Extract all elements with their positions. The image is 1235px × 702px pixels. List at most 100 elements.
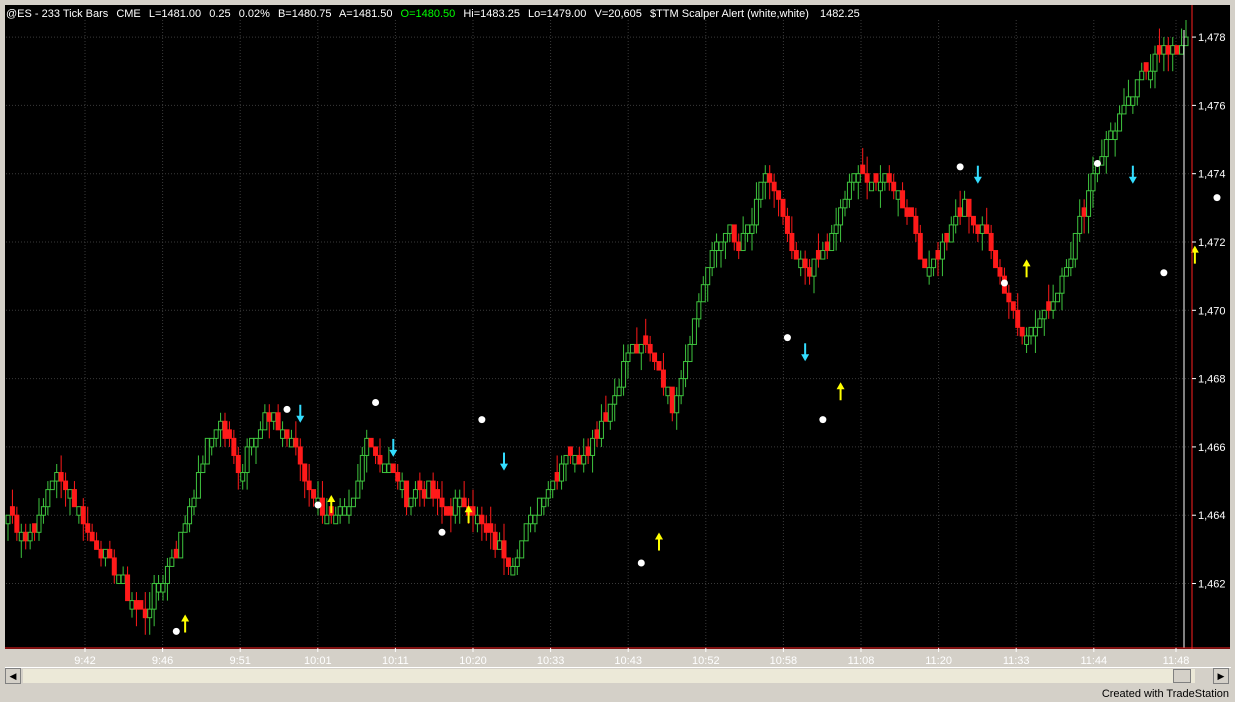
- down-bar: [306, 480, 312, 491]
- down-bar: [1174, 45, 1180, 55]
- up-bar: [1121, 104, 1127, 115]
- down-bar: [377, 454, 383, 465]
- pivot-dot: [1213, 194, 1221, 202]
- down-bar: [23, 531, 29, 542]
- price-chart[interactable]: 1,478 1,476 1,474 1,472 1,470 1,468 1,466 1,464…: [0, 0, 1235, 702]
- down-bar: [984, 224, 990, 234]
- up-bar: [164, 565, 170, 585]
- up-bar: [1037, 318, 1043, 328]
- up-bar: [54, 472, 60, 482]
- down-bar: [1019, 326, 1025, 337]
- down-bar: [789, 232, 795, 252]
- up-bar: [722, 232, 728, 243]
- up-bar: [457, 497, 463, 508]
- up-bar: [399, 480, 405, 491]
- up-bar: [1068, 258, 1074, 269]
- up-bar: [262, 412, 268, 431]
- down-bar: [656, 361, 662, 371]
- up-bar: [1086, 190, 1092, 217]
- pivot-dot: [314, 501, 322, 509]
- up-bar: [178, 531, 184, 559]
- up-bar: [678, 378, 684, 397]
- time-tick-label: 10:11: [382, 655, 409, 667]
- up-bar: [939, 241, 945, 260]
- high-price: Hi=1483.25: [463, 8, 520, 20]
- time-tick-label: 11:08: [848, 655, 875, 667]
- price-tick-label: 1,468: [1198, 374, 1226, 386]
- up-bar: [683, 361, 689, 380]
- up-bar: [696, 301, 702, 320]
- horizontal-scrollbar[interactable]: ◀ ▶: [5, 667, 1231, 685]
- up-bar: [895, 190, 901, 200]
- down-bar: [660, 369, 666, 388]
- down-bar: [1081, 207, 1087, 217]
- pivot-dot: [956, 163, 964, 171]
- up-bar: [1134, 79, 1140, 98]
- down-bar: [373, 446, 379, 456]
- down-bar: [669, 386, 675, 414]
- up-bar: [758, 181, 764, 200]
- up-bar: [718, 241, 724, 252]
- up-bar: [359, 454, 365, 482]
- up-bar: [36, 514, 42, 533]
- down-bar: [58, 472, 64, 482]
- down-bar: [1156, 45, 1162, 55]
- down-bar: [993, 250, 999, 269]
- up-bar: [705, 267, 711, 286]
- down-bar: [891, 181, 897, 192]
- down-bar: [873, 173, 879, 183]
- down-bar: [226, 429, 232, 439]
- up-bar: [745, 224, 751, 234]
- down-bar: [935, 250, 941, 260]
- down-bar: [576, 454, 582, 465]
- up-bar: [532, 514, 538, 525]
- pivot-dot: [438, 528, 446, 536]
- up-bar: [838, 207, 844, 226]
- scroll-thumb[interactable]: [1173, 669, 1191, 683]
- up-bar: [598, 420, 604, 439]
- time-tick-label: 9:51: [229, 655, 250, 667]
- up-bar: [962, 198, 968, 217]
- time-axis: 9:42 9:46 9:51 10:01 10:11 10:20 10:33 10:43 10:…: [74, 648, 1189, 667]
- down-bar: [944, 232, 950, 243]
- up-bar: [27, 531, 33, 542]
- up-bar: [559, 463, 565, 482]
- up-bar: [749, 224, 755, 234]
- exchange-label: CME: [116, 8, 140, 20]
- down-bar: [603, 412, 609, 422]
- time-tick-label: 9:42: [74, 655, 95, 667]
- up-bar: [350, 497, 356, 508]
- up-bar: [342, 506, 348, 516]
- up-bar: [740, 232, 746, 252]
- up-bar: [798, 258, 804, 269]
- up-bar: [218, 420, 224, 431]
- up-bar: [333, 514, 339, 525]
- up-bar: [1112, 130, 1118, 141]
- time-tick-label: 10:20: [459, 655, 487, 667]
- ask-price: A=1481.50: [339, 8, 393, 20]
- up-bar: [629, 343, 635, 354]
- up-bar: [324, 514, 330, 525]
- scroll-left-button[interactable]: ◀: [5, 668, 21, 684]
- up-bar: [1139, 70, 1145, 81]
- low-price: Lo=1479.00: [528, 8, 586, 20]
- down-bar: [266, 412, 272, 422]
- bid-price: B=1480.75: [278, 8, 332, 20]
- down-bar: [404, 480, 410, 508]
- up-bar: [953, 215, 959, 226]
- up-bar: [550, 480, 556, 491]
- up-bar: [1183, 36, 1189, 47]
- down-bar: [14, 514, 20, 533]
- down-bar: [975, 224, 981, 234]
- scroll-track[interactable]: [23, 669, 1195, 683]
- up-bar: [665, 386, 671, 397]
- up-bar: [195, 472, 201, 499]
- scroll-right-button[interactable]: ▶: [1213, 668, 1229, 684]
- down-bar: [776, 190, 782, 200]
- up-bar: [120, 574, 126, 585]
- up-bar: [536, 497, 542, 516]
- last-price: L=1481.00: [149, 8, 201, 20]
- down-bar: [997, 267, 1003, 277]
- down-bar: [647, 343, 653, 354]
- up-bar: [1055, 292, 1061, 303]
